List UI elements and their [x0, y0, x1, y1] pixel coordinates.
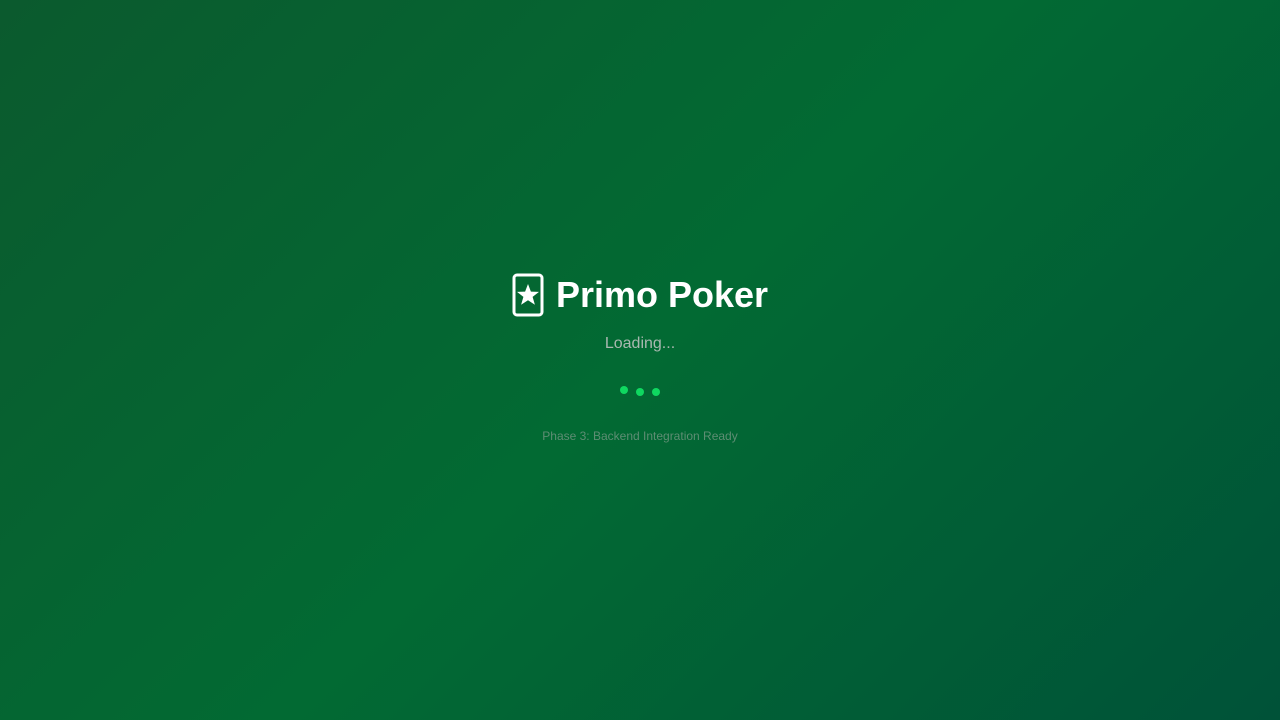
loading-text: Loading...: [604, 335, 676, 352]
playing-card-star-icon: [512, 273, 544, 317]
loading-screen: Primo Poker Loading... Phase 3: Backend …: [0, 0, 1280, 720]
app-title: Primo Poker: [555, 274, 769, 315]
loading-spinner: [0, 385, 1280, 397]
app-header: Primo Poker: [0, 272, 1280, 318]
spinner-dot: [636, 388, 644, 396]
phase-status-text: Phase 3: Backend Integration Ready: [542, 429, 738, 443]
spinner-dot: [620, 386, 628, 394]
spinner-dot: [652, 388, 660, 396]
